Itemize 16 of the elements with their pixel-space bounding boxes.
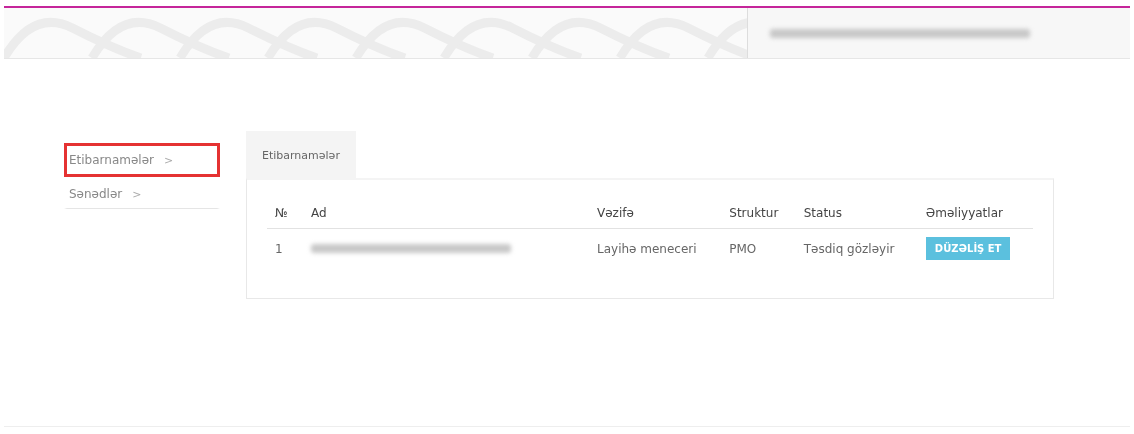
sidebar-item[interactable]: Sənədlər [69, 187, 123, 201]
column-header: Status [803, 206, 842, 220]
table-cell: 1 [275, 241, 283, 256]
chevron-icon: > [164, 153, 174, 167]
edit-button[interactable]: DÜZƏLİŞ ET [925, 237, 1011, 260]
column-header: Əməliyyatlar [925, 206, 1003, 220]
table-cell: Təsdiq gözləyir [803, 241, 895, 256]
tab[interactable]: Etibarnamələr [246, 131, 356, 178]
column-header: Vəzifə [597, 206, 634, 220]
chevron-icon: > [132, 187, 142, 201]
column-header: Ad [311, 206, 327, 220]
column-header: № [275, 206, 288, 220]
table-cell: Layihə meneceri [597, 241, 697, 256]
table-cell: PMO [729, 241, 757, 256]
column-header: Struktur [729, 206, 779, 220]
sidebar-item[interactable]: Etibarnamələr [69, 153, 154, 167]
